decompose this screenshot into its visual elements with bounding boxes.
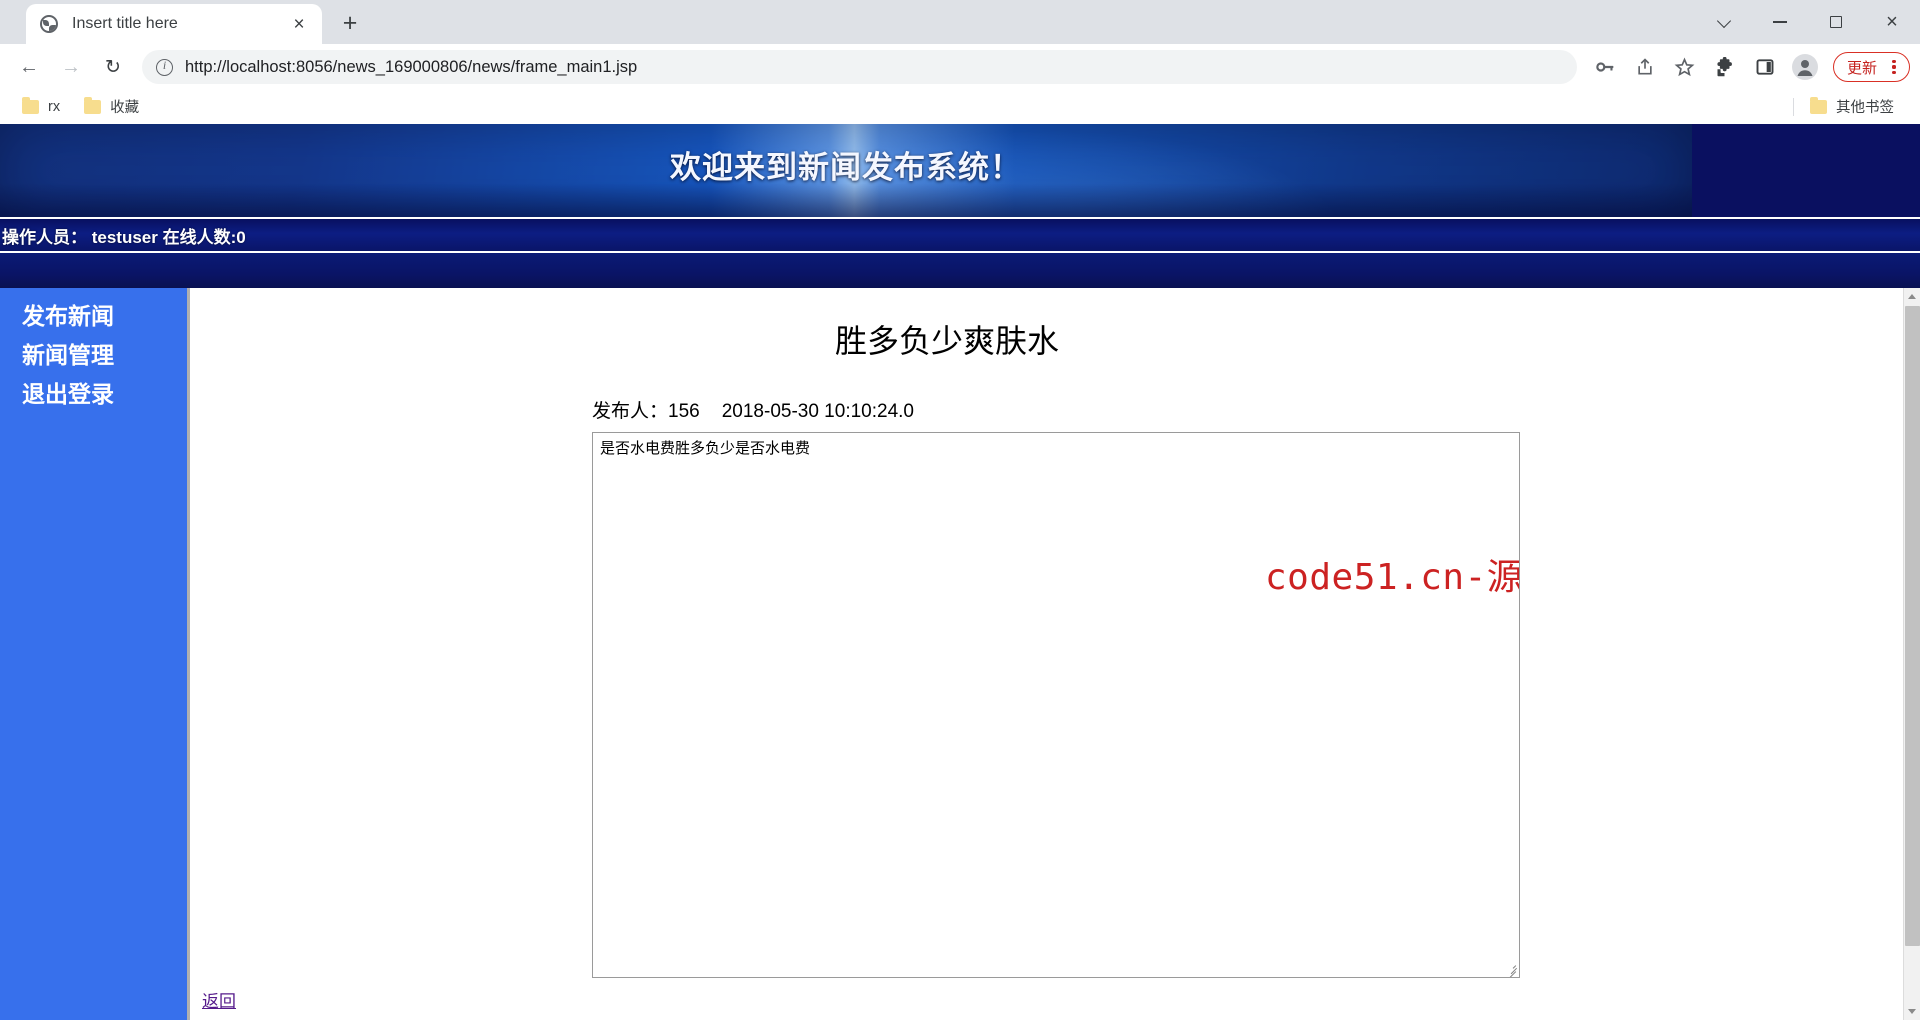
tab-title: Insert title here <box>72 15 178 32</box>
banner-title: 欢迎来到新闻发布系统！ <box>670 150 1022 185</box>
sidebar-item-publish-news[interactable]: 发布新闻 <box>0 298 187 337</box>
bookmark-label: rx <box>48 98 61 115</box>
bookmarks-bar: rx 收藏 其他书签 <box>0 90 1920 124</box>
browser-window: Insert title here × + × ← → ↻ http://loc… <box>0 0 1920 1020</box>
other-bookmarks-label: 其他书签 <box>1836 100 1894 116</box>
resize-handle-icon[interactable] <box>1503 961 1517 977</box>
star-icon[interactable] <box>1668 50 1702 84</box>
browser-toolbar: ← → ↻ http://localhost:8056/news_1690008… <box>0 44 1920 90</box>
article-title: 胜多负少爽肤水 <box>834 323 1059 359</box>
close-icon[interactable]: × <box>286 11 312 37</box>
article-body-text: 是否水电费胜多负少是否水电费 <box>600 440 811 457</box>
globe-icon <box>40 15 58 33</box>
share-icon[interactable] <box>1628 50 1662 84</box>
publisher-id: 156 <box>668 401 700 422</box>
site-info-icon[interactable] <box>156 58 173 76</box>
scroll-up-arrow-icon[interactable] <box>1904 288 1920 305</box>
bookmark-item-rx[interactable]: rx <box>14 96 68 118</box>
article-container: 胜多负少爽肤水 发布人：156 2018-05-30 10:10:24.0 是否水… <box>190 288 1920 1020</box>
page-viewport: 欢迎来到新闻发布系统！ 操作人员： testuser 在线人数:0 发布新闻 新… <box>0 124 1920 1020</box>
key-icon[interactable] <box>1588 50 1622 84</box>
page-scrollbar[interactable] <box>1903 288 1920 1020</box>
publish-time: 2018-05-30 10:10:24.0 <box>721 401 914 422</box>
article-body-textarea[interactable]: 是否水电费胜多负少是否水电费 code51.cn-源码乐园盗图必究 <box>592 432 1520 978</box>
divider <box>1793 97 1794 116</box>
folder-icon <box>1810 96 1827 114</box>
update-button-label: 更新 <box>1846 59 1877 77</box>
article-body-wrapper: 是否水电费胜多负少是否水电费 code51.cn-源码乐园盗图必究 <box>190 432 1920 978</box>
banner-filler <box>0 253 1920 288</box>
tab-strip: Insert title here × + × <box>0 0 1920 44</box>
folder-icon <box>22 96 39 114</box>
side-panel-icon[interactable] <box>1748 50 1782 84</box>
address-bar[interactable]: http://localhost:8056/news_169000806/new… <box>142 50 1577 84</box>
forward-button[interactable]: → <box>52 48 90 86</box>
scroll-down-arrow-icon[interactable] <box>1904 1003 1920 1020</box>
back-button[interactable]: ← <box>10 48 48 86</box>
article-meta: 发布人：156 2018-05-30 10:10:24.0 <box>190 396 1920 423</box>
scrollbar-thumb[interactable] <box>1905 306 1920 946</box>
kebab-menu-icon[interactable] <box>1883 56 1905 78</box>
operator-status-bar: 操作人员： testuser 在线人数:0 <box>0 217 1920 253</box>
main-content-frame: 胜多负少爽肤水 发布人：156 2018-05-30 10:10:24.0 是否水… <box>190 288 1920 1020</box>
minimize-button[interactable] <box>1752 0 1808 44</box>
extensions-puzzle-icon[interactable] <box>1708 50 1742 84</box>
frameset: 发布新闻 新闻管理 退出登录 胜多负少爽肤水 发布人：156 2018-05-30… <box>0 288 1920 1020</box>
url-text: http://localhost:8056/news_169000806/new… <box>185 57 638 76</box>
reload-button[interactable]: ↻ <box>94 48 132 86</box>
profile-avatar-icon[interactable] <box>1788 50 1822 84</box>
bookmark-item-favorites[interactable]: 收藏 <box>76 93 147 120</box>
watermark-text: code51.cn-源码乐园盗图必究 <box>1265 557 1520 598</box>
window-controls: × <box>1696 0 1920 44</box>
sidebar-nav: 发布新闻 新闻管理 退出登录 <box>0 288 190 1020</box>
bookmark-label: 收藏 <box>110 100 140 116</box>
other-bookmarks-button[interactable]: 其他书签 <box>1802 93 1902 120</box>
site-banner: 欢迎来到新闻发布系统！ <box>0 124 1920 217</box>
toolbar-icons: 更新 <box>1585 50 1910 84</box>
back-link-wrapper: 返回 <box>202 987 236 1012</box>
folder-icon <box>84 96 102 114</box>
maximize-button[interactable] <box>1808 0 1864 44</box>
back-link[interactable]: 返回 <box>202 992 236 1011</box>
new-tab-button[interactable]: + <box>332 5 368 41</box>
publisher-label: 发布人： <box>592 401 669 422</box>
tab-search-chevron-icon[interactable] <box>1696 0 1752 44</box>
close-window-button[interactable]: × <box>1864 0 1920 44</box>
update-button[interactable]: 更新 <box>1832 52 1910 82</box>
sidebar-item-logout[interactable]: 退出登录 <box>0 376 187 415</box>
sidebar-item-manage-news[interactable]: 新闻管理 <box>0 337 187 376</box>
browser-tab[interactable]: Insert title here × <box>26 4 322 44</box>
operator-status-text: 操作人员： testuser 在线人数:0 <box>2 227 246 247</box>
